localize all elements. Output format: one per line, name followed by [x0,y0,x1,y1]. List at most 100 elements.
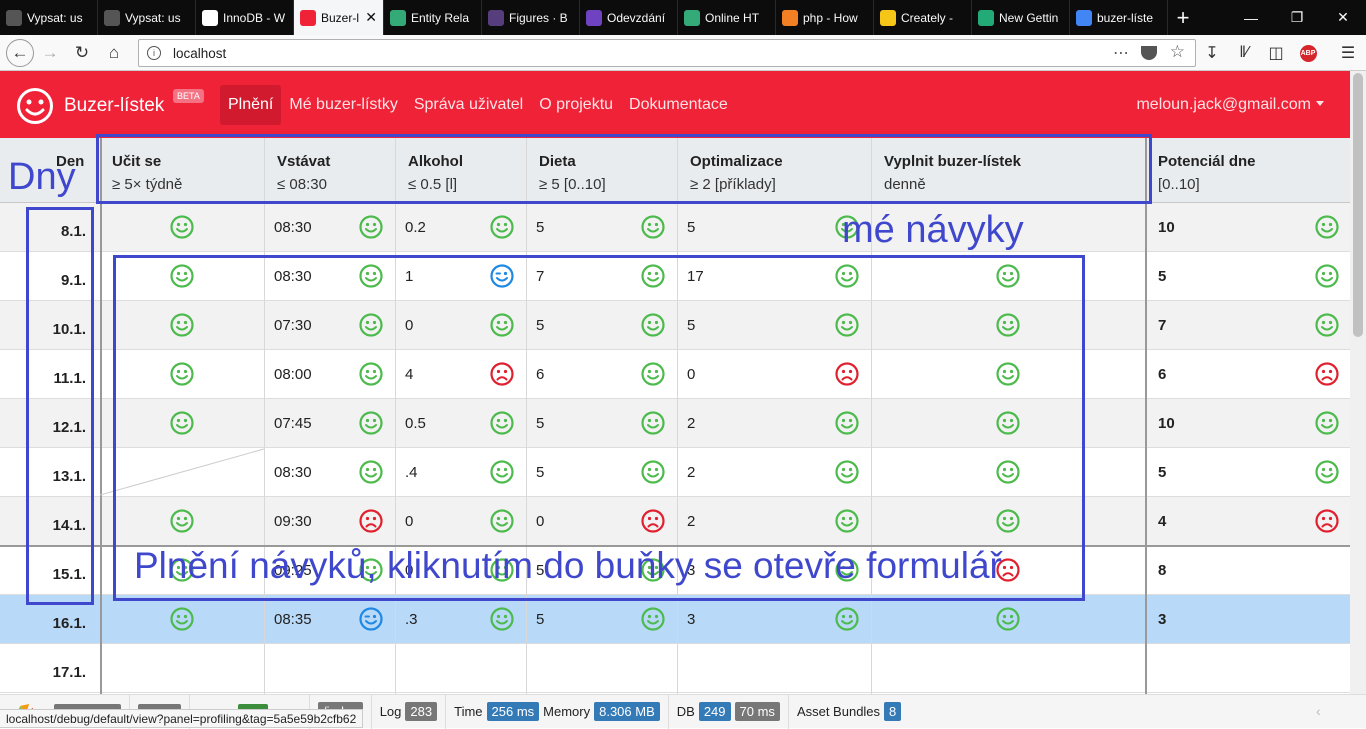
nav-link-4[interactable]: Dokumentace [621,85,736,125]
puzzle-icon [6,9,22,26]
potential-cell: 6 [1158,366,1167,383]
nav-link-2[interactable]: Správa uživatel [406,85,531,125]
browser-tab[interactable]: Online HT [678,0,776,35]
browser-tab[interactable]: New Gettin [972,0,1070,35]
nav-link-1[interactable]: Mé buzer-lístky [281,85,405,125]
potential-cell: 5 [1158,268,1167,285]
potential-cell: 7 [1158,317,1167,334]
habit-value: 3 [687,611,696,628]
pocket-icon[interactable] [1141,46,1157,60]
debug-log[interactable]: Log 283 [372,694,447,729]
scrollbar-thumb[interactable] [1353,73,1363,337]
browser-tab[interactable]: Vypsat: us [0,0,98,35]
browser-tab[interactable]: Entity Rela [384,0,482,35]
menu-icon[interactable]: ☰ [1332,35,1364,71]
browser-tab[interactable]: buzer-líste [1070,0,1168,35]
potential-name: Potenciál dne [1158,153,1256,170]
google-icon [1076,9,1092,26]
new-tab-icon[interactable]: + [1168,0,1198,35]
browser-tab[interactable]: php - How [776,0,874,35]
browser-tab[interactable]: Figures · B [482,0,580,35]
url-text[interactable]: localhost [173,46,226,61]
info-icon[interactable]: i [147,46,161,60]
habit-cell[interactable] [536,644,677,693]
habit-cell[interactable] [881,644,1145,693]
browser-tab-title: Vypsat: us [125,10,181,25]
tab-close-icon[interactable]: ✕ [365,9,377,26]
happy-face-icon [1315,313,1339,337]
back-icon[interactable]: ← [6,38,34,67]
url-bar[interactable]: i localhost ⋯ ☆ [138,39,1196,67]
assets-count: 8 [884,702,902,721]
annotation-dny: Dny [8,156,76,198]
minimize-icon[interactable]: — [1228,0,1274,35]
browser-tab[interactable]: Vypsat: us [98,0,196,35]
potential-range: [0..10] [1158,176,1200,193]
browser-tab[interactable]: Buzer-l ✕ [294,0,384,35]
sidebar-icon[interactable]: ◫ [1260,35,1292,71]
time-value: 256 ms [486,702,540,721]
debug-db[interactable]: DB 249 70 ms [669,694,789,729]
library-icon[interactable]: ‖⁄ [1228,35,1260,71]
bookmark-star-icon[interactable]: ☆ [1170,42,1185,62]
habit-cell[interactable] [274,644,395,693]
adblock-icon[interactable]: ABP [1292,35,1324,71]
day-cell: 16.1. [52,615,86,632]
potential-cell: 4 [1158,513,1167,530]
puzzle-icon [104,9,120,26]
browser-tab-title: Creately - [901,10,954,25]
column-divider [100,138,102,700]
browser-tab-strip: Vypsat: us Vypsat: us InnoDB - W Buzer-l ✕ En… [0,0,1366,35]
collapse-chevron-icon[interactable]: ‹ [1316,703,1321,719]
habit-grid: Den Učit se ≥ 5× týdně Vstávat ≤ 08:30 Alkoho… [0,134,1350,700]
habit-cell[interactable] [687,644,871,693]
browser-tab-title: php - How [803,10,858,25]
browser-tab[interactable]: InnoDB - W [196,0,294,35]
debug-time-memory[interactable]: Time 256 ms Memory 8.306 MB [446,694,669,729]
browser-tab-title: Odevzdání [607,10,666,25]
user-menu[interactable]: meloun.jack@gmail.com [1136,96,1324,114]
forward-icon[interactable]: → [34,37,66,69]
browser-tab[interactable]: Creately - [874,0,972,35]
reload-icon[interactable]: ↻ [66,37,98,69]
page-scrollbar[interactable] [1350,71,1366,694]
day-cell: 17.1. [52,664,86,681]
browser-tab[interactable]: Odevzdání [580,0,678,35]
debug-assets[interactable]: Asset Bundles 8 [789,695,909,729]
page-actions-icon[interactable]: ⋯ [1113,43,1129,63]
happy-face-icon [490,215,514,239]
potential-header: Potenciál dne [0..10] [1158,150,1256,196]
restore-icon[interactable]: ❐ [1274,0,1320,35]
happy-face-icon [170,215,194,239]
happy-face-icon [170,607,194,631]
brand-name[interactable]: Buzer-lístek [64,95,164,117]
caret-down-icon [1316,101,1324,106]
habit-value: 0.2 [405,219,426,236]
status-url: localhost/debug/default/view?panel=profi… [0,709,364,728]
time-label: Time [454,704,483,719]
logo-smiley-icon[interactable] [16,87,54,125]
habit-cell[interactable] [110,644,264,693]
nav-link-0[interactable]: Plnění [220,85,282,125]
happy-face-icon [490,607,514,631]
memory-label: Memory [543,704,591,719]
home-icon[interactable]: ⌂ [98,37,130,69]
annotation-box-days [26,207,94,605]
browser-tab-title: Entity Rela [411,10,470,25]
habit-cell[interactable] [405,644,526,693]
beta-badge: BETA [173,89,204,103]
download-icon[interactable]: ↧ [1196,35,1228,71]
annotation-box-habits [96,134,1152,204]
close-window-icon[interactable]: ✕ [1320,0,1366,35]
potential-cell: 10 [1158,219,1175,236]
habit-value: 5 [536,611,545,628]
bootstrap-icon [488,9,504,26]
habit-value: 5 [536,219,545,236]
code-icon [684,9,700,26]
memory-value: 8.306 MB [594,702,660,721]
happy-face-icon [1315,460,1339,484]
sad-face-icon [1315,362,1339,386]
browser-tab-title: New Gettin [999,10,1059,25]
nav-link-3[interactable]: O projektu [531,85,621,125]
stack-icon [782,9,798,26]
